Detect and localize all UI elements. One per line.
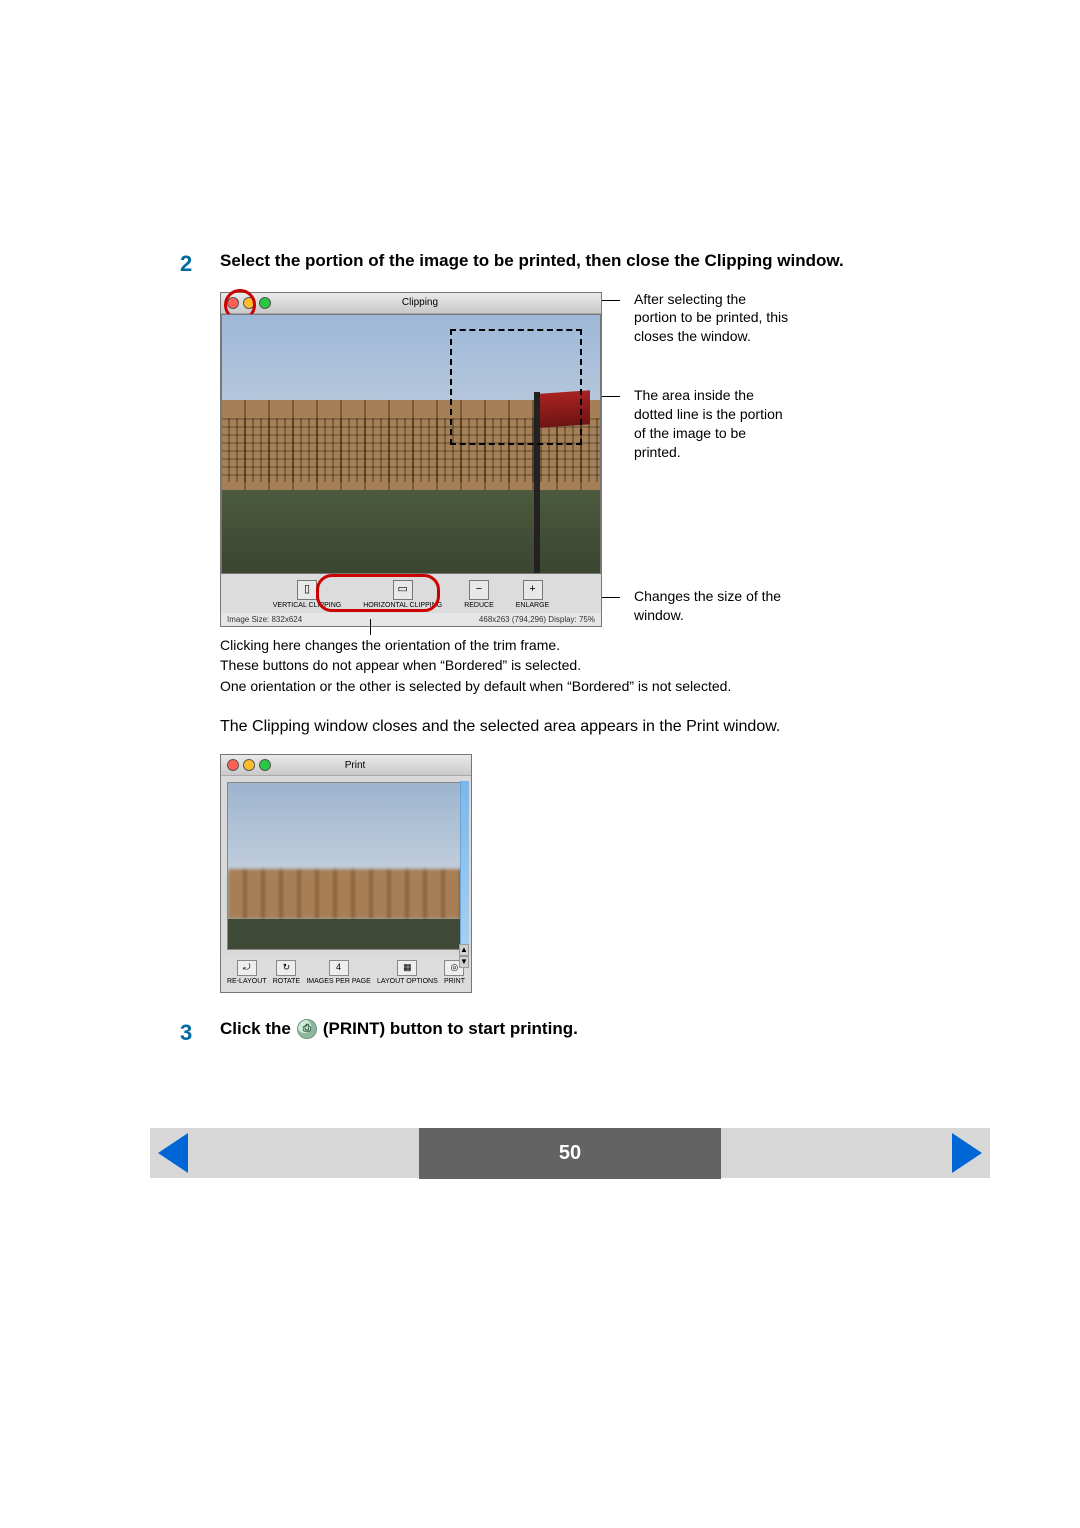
zoom-icon[interactable] xyxy=(259,759,271,771)
next-page-button[interactable] xyxy=(952,1133,982,1173)
step-3-after: (PRINT) button to start printing. xyxy=(323,1019,578,1039)
trim-frame[interactable] xyxy=(450,329,582,445)
callout-column: After selecting the portion to be printe… xyxy=(620,292,790,625)
rotate-button[interactable]: ↻ ROTATE xyxy=(273,960,300,986)
orientation-note-l1: Clicking here changes the orientation of… xyxy=(220,635,900,655)
step-2: 2 Select the portion of the image to be … xyxy=(180,250,900,278)
enlarge-label: ENLARGE xyxy=(516,602,549,610)
photo-water xyxy=(222,490,600,573)
orientation-note: Clicking here changes the orientation of… xyxy=(220,635,900,696)
content-column: 2 Select the portion of the image to be … xyxy=(180,250,900,1060)
step-3-before: Click the xyxy=(220,1019,291,1039)
print-scrollbar[interactable] xyxy=(460,781,469,952)
step-3-heading: Click the ⎙ (PRINT) button to start prin… xyxy=(220,1019,578,1039)
closing-line: The Clipping window closes and the selec… xyxy=(220,718,900,736)
step-2-heading: Select the portion of the image to be pr… xyxy=(220,250,844,273)
clipping-title: Clipping xyxy=(275,297,565,308)
clipping-toolbar: ▯ VERTICAL CLIPPING ▭ HORIZONTAL CLIPPIN… xyxy=(221,574,601,614)
preview-buildings xyxy=(228,869,464,919)
images-label: IMAGES PER PAGE xyxy=(306,978,370,986)
print-label: PRINT xyxy=(444,978,465,986)
clipping-figure-row: Clipping xyxy=(220,292,900,628)
print-title: Print xyxy=(275,760,435,771)
zoom-icon[interactable] xyxy=(259,297,271,309)
status-image-size: Image Size: 832x624 xyxy=(227,615,302,624)
vertical-clipping-icon: ▯ xyxy=(297,580,317,600)
preview-water xyxy=(228,919,464,949)
layout-label: LAYOUT OPTIONS xyxy=(377,978,438,986)
horizontal-clipping-label: HORIZONTAL CLIPPING xyxy=(363,602,442,610)
horizontal-clipping-icon: ▭ xyxy=(393,580,413,600)
preview-sky xyxy=(228,783,464,874)
scroll-down-icon[interactable]: ▼ xyxy=(459,956,469,968)
close-icon[interactable] xyxy=(227,759,239,771)
callout-zoom: Changes the size of the window. xyxy=(620,587,790,625)
clipping-window-wrap: Clipping xyxy=(220,292,602,628)
relayout-button[interactable]: ⤾ RE-LAYOUT xyxy=(227,960,267,986)
step-3: 3 Click the ⎙ (PRINT) button to start pr… xyxy=(180,1019,900,1047)
close-icon[interactable] xyxy=(227,297,239,309)
vertical-clipping-button[interactable]: ▯ VERTICAL CLIPPING xyxy=(273,580,341,610)
rotate-icon: ↻ xyxy=(276,960,296,976)
layout-options-button[interactable]: ▦ LAYOUT OPTIONS xyxy=(377,960,438,986)
rotate-label: ROTATE xyxy=(273,978,300,986)
callout-dotted: The area inside the dotted line is the p… xyxy=(620,386,790,462)
relayout-icon: ⤾ xyxy=(237,960,257,976)
magnify-minus-icon: − xyxy=(469,580,489,600)
clipping-window: Clipping xyxy=(220,292,602,628)
clipping-statusbar: Image Size: 832x624 468x263 (794,296) Di… xyxy=(221,613,601,626)
enlarge-button[interactable]: + ENLARGE xyxy=(516,580,549,610)
print-button-icon: ⎙ xyxy=(297,1019,317,1039)
step-3-number: 3 xyxy=(180,1019,220,1047)
magnify-plus-icon: + xyxy=(523,580,543,600)
print-preview xyxy=(227,782,465,950)
print-window: Print ▲ ▼ ⤾ RE-LAYOUT ↻ ROTATE xyxy=(220,754,472,993)
orientation-note-l3: One orientation or the other is selected… xyxy=(220,676,900,696)
layout-icon: ▦ xyxy=(397,960,417,976)
images-count: 4 xyxy=(329,960,349,976)
minimize-icon[interactable] xyxy=(243,759,255,771)
reduce-button[interactable]: − REDUCE xyxy=(464,580,494,610)
clipping-image[interactable] xyxy=(221,314,601,574)
prev-page-button[interactable] xyxy=(158,1133,188,1173)
page-number: 50 xyxy=(419,1128,721,1179)
manual-page: 2 Select the portion of the image to be … xyxy=(0,0,1080,1528)
orientation-note-l2: These buttons do not appear when “Border… xyxy=(220,655,900,675)
scroll-up-icon[interactable]: ▲ xyxy=(459,944,469,956)
page-nav: 50 xyxy=(150,1128,990,1178)
print-titlebar: Print xyxy=(221,755,471,776)
clipping-titlebar: Clipping xyxy=(221,293,601,314)
print-toolbar: ⤾ RE-LAYOUT ↻ ROTATE 4 IMAGES PER PAGE ▦… xyxy=(221,956,471,992)
images-per-page-stepper[interactable]: 4 IMAGES PER PAGE xyxy=(306,960,370,986)
reduce-label: REDUCE xyxy=(464,602,494,610)
status-display: 468x263 (794,296) Display: 75% xyxy=(479,615,595,624)
vertical-clipping-label: VERTICAL CLIPPING xyxy=(273,602,341,610)
step-2-number: 2 xyxy=(180,250,220,278)
horizontal-clipping-button[interactable]: ▭ HORIZONTAL CLIPPING xyxy=(363,580,442,610)
callout-close: After selecting the portion to be printe… xyxy=(620,290,790,347)
minimize-icon[interactable] xyxy=(243,297,255,309)
relayout-label: RE-LAYOUT xyxy=(227,978,267,986)
